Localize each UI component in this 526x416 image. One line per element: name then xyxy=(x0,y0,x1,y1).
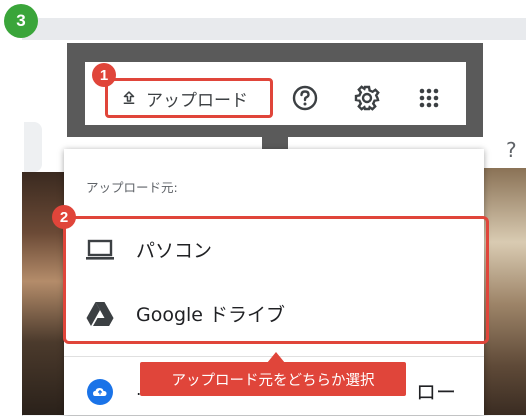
upload-button[interactable]: アップロード xyxy=(105,78,273,118)
cloud-upload-icon xyxy=(87,379,113,405)
settings-button[interactable] xyxy=(352,83,382,113)
help-button[interactable] xyxy=(290,83,320,113)
menu-heading: アップロード元: xyxy=(86,180,178,195)
cloud-upload-label: ロー xyxy=(416,380,456,404)
upload-icon xyxy=(123,91,135,104)
cloud-upload-row[interactable] xyxy=(86,378,114,410)
options-highlight-box xyxy=(63,216,489,344)
upload-button-label: アップロード xyxy=(146,90,248,111)
gear-icon xyxy=(354,85,380,111)
callout-tooltip: アップロード元をどちらか選択 xyxy=(140,362,406,396)
browser-top-bar xyxy=(22,18,526,40)
help-icon-background[interactable]: ? xyxy=(506,138,526,162)
apps-grid-icon xyxy=(419,88,439,108)
annotation-badge-2: 2 xyxy=(52,205,76,229)
help-icon xyxy=(292,85,318,111)
search-bar-edge xyxy=(24,122,42,172)
step-number-badge: 3 xyxy=(4,4,38,38)
photo-thumbnail-right[interactable] xyxy=(484,168,526,415)
annotation-badge-1: 1 xyxy=(92,63,116,87)
apps-button[interactable] xyxy=(414,83,444,113)
